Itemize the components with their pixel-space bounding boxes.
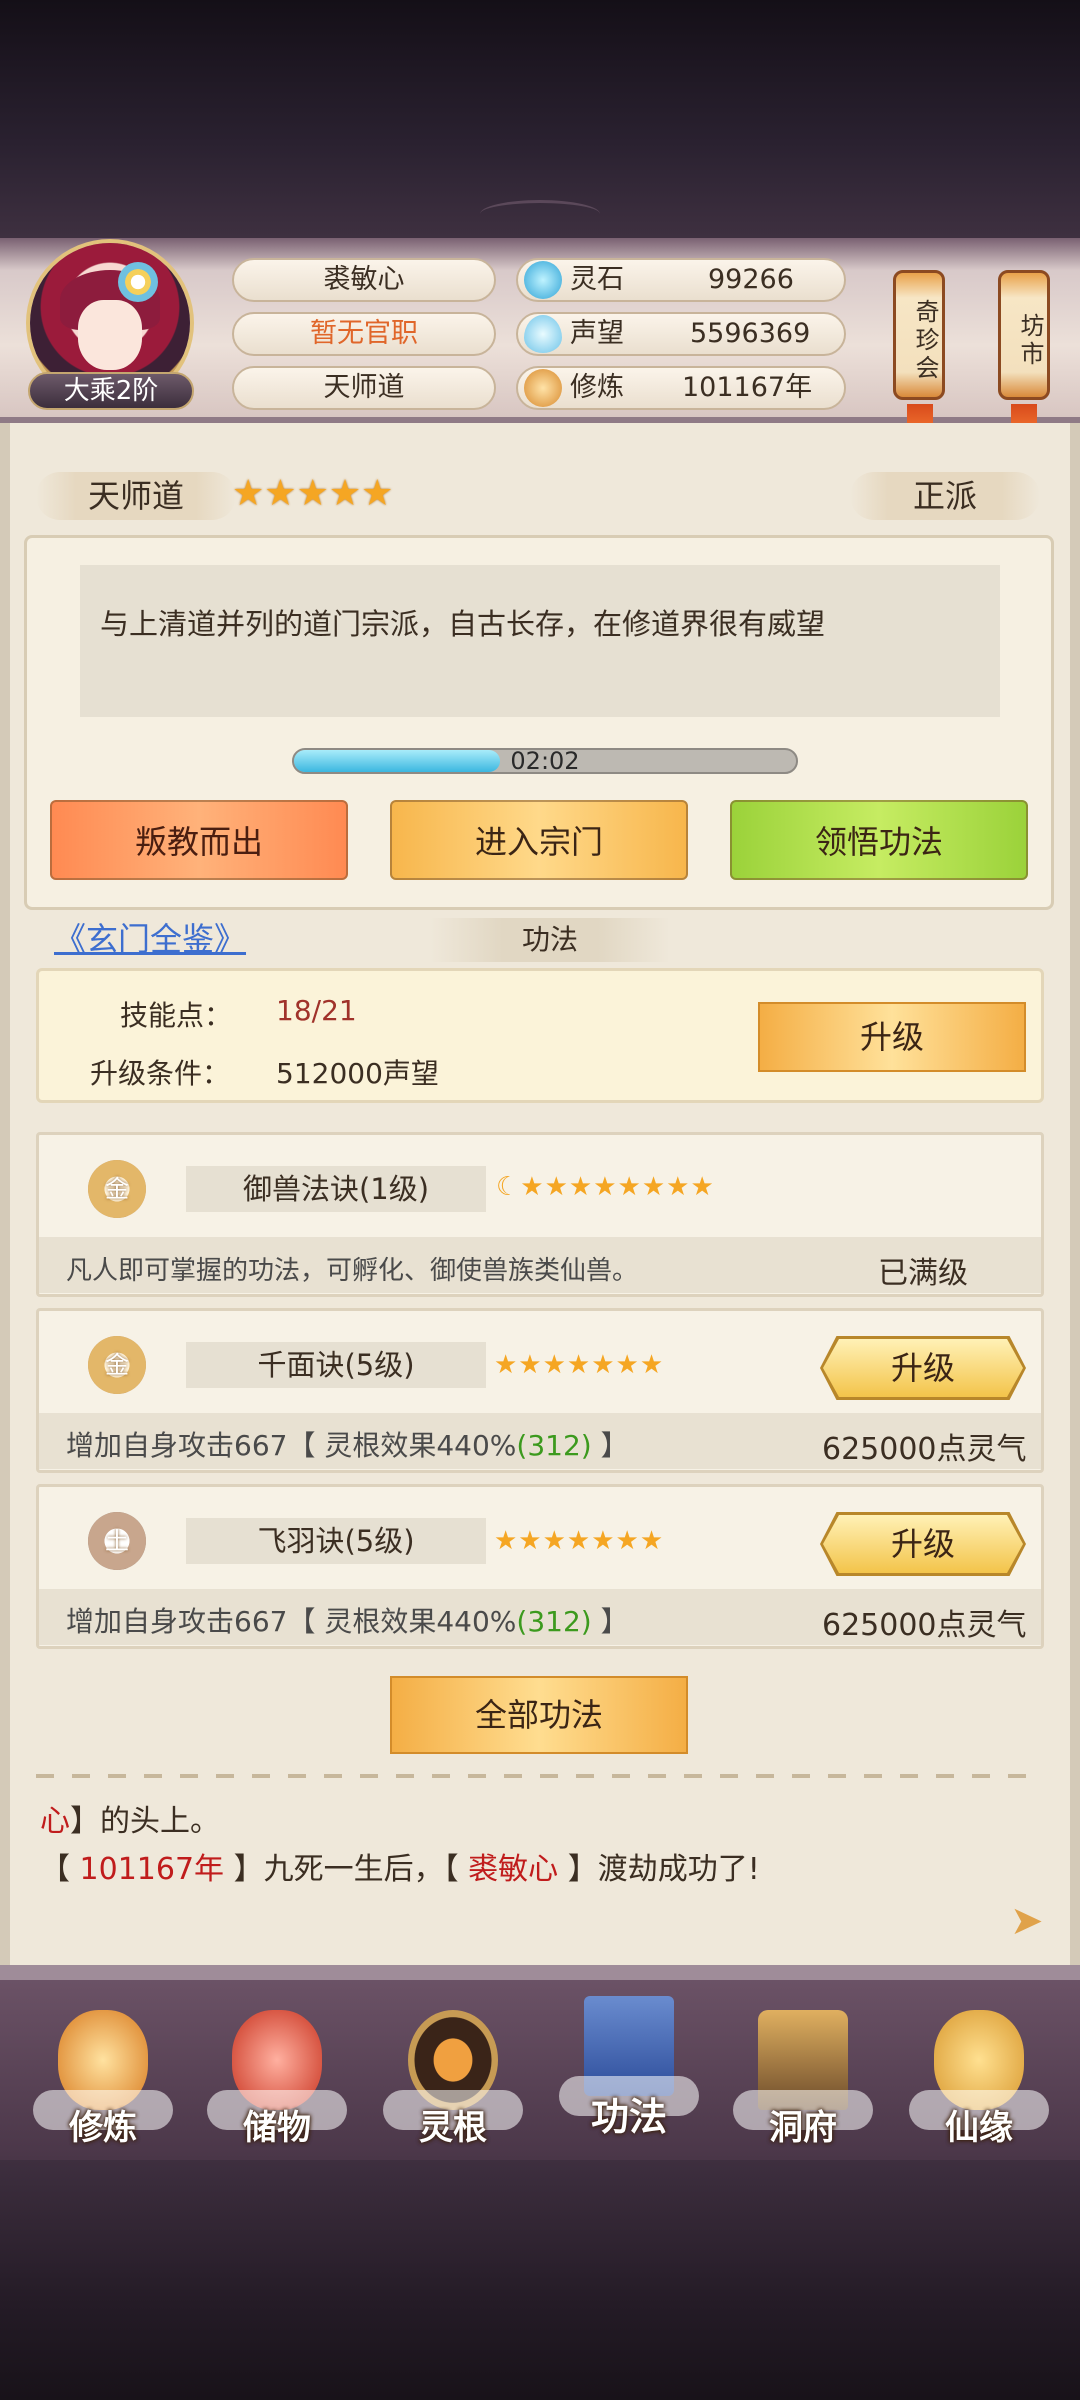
nav-cave[interactable]: 洞府 xyxy=(728,1990,878,2160)
log-name-fragment: 心 xyxy=(40,1804,70,1839)
realm-badge: 大乘2阶 xyxy=(28,372,194,410)
resource-value: 99266 xyxy=(708,264,794,295)
resource-label: 声望 xyxy=(570,318,624,349)
skill-description: 凡人即可掌握的功法，可孵化、御使兽族类仙兽。 xyxy=(66,1256,639,1286)
log-years: 101167年 xyxy=(70,1852,225,1887)
log-text: 】九死一生后，【 xyxy=(224,1852,459,1887)
upgrade-skill-points-button[interactable]: 升级 xyxy=(758,1002,1026,1072)
resource-value: 101167年 xyxy=(682,372,813,403)
skill-stars: ☾★★★★★★★★ xyxy=(496,1172,715,1202)
skill-points-label: 技能点： xyxy=(120,999,233,1032)
sect-name: 天师道 xyxy=(36,472,236,520)
top-ornament xyxy=(480,200,600,228)
star-icon: ★ xyxy=(264,473,297,514)
earth-element-badge: 土 xyxy=(88,1512,146,1570)
skill-max-level-status: 已满级 xyxy=(878,1256,968,1291)
sect-rating: ★★★★★ xyxy=(232,476,393,512)
log-text: 】的头上。 xyxy=(70,1804,220,1839)
sect-description: 与上清道并列的道门宗派，自古长存，在修道界很有威望 xyxy=(80,565,1000,717)
nav-skills[interactable]: 功法 xyxy=(554,1976,704,2146)
metal-element-badge: 金 xyxy=(88,1336,146,1394)
upgrade-skill-button[interactable]: 升级 xyxy=(823,1515,1023,1573)
treasure-fair-button[interactable]: 奇珍会 xyxy=(893,270,945,400)
cultivation-icon xyxy=(524,369,562,407)
resource-reputation: 声望 5596369 xyxy=(516,312,846,356)
resource-cultivation: 修炼 101167年 xyxy=(516,366,846,410)
skill-desc-end: 】 xyxy=(591,1429,629,1462)
metal-element-badge: 金 xyxy=(88,1160,146,1218)
avatar-flower-icon xyxy=(118,262,158,302)
nav-storage[interactable]: 储物 xyxy=(202,1990,352,2160)
star-icon: ★ xyxy=(361,473,394,514)
skill-upgrade-cost: 625000点灵气 xyxy=(822,1608,1027,1643)
nav-immortal-fate[interactable]: 仙缘 xyxy=(904,1990,1054,2160)
log-text: 【 xyxy=(40,1852,70,1887)
player-sect: 天师道 xyxy=(232,366,496,410)
skill-desc-end: 】 xyxy=(591,1605,629,1638)
skill-description: 增加自身攻击667【 灵根效果440%(312) 】 xyxy=(66,1424,629,1464)
upgrade-skill-button[interactable]: 升级 xyxy=(823,1339,1023,1397)
nav-label: 洞府 xyxy=(769,2108,837,2148)
skill-name: 飞羽诀(5级) xyxy=(186,1518,486,1564)
avatar-face xyxy=(78,300,142,370)
skill-points-value: 18/21 xyxy=(276,994,357,1027)
bottom-band xyxy=(0,2160,1080,2400)
nav-label: 修炼 xyxy=(69,2108,137,2148)
skill-name: 御兽法诀(1级) xyxy=(186,1166,486,1212)
player-name: 裘敏心 xyxy=(232,258,496,302)
log-text: 】渡劫成功了! xyxy=(558,1852,760,1887)
timer-text: 02:02 xyxy=(510,747,580,775)
reputation-icon xyxy=(524,315,562,353)
skill-stars: ★★★★★★★ xyxy=(494,1526,665,1556)
resource-label: 修炼 xyxy=(570,372,624,403)
player-title: 暂无官职 xyxy=(232,312,496,356)
all-skills-button[interactable]: 全部功法 xyxy=(390,1676,688,1754)
skill-name: 千面诀(5级) xyxy=(186,1342,486,1388)
divider xyxy=(36,1774,1044,1778)
expand-log-icon[interactable]: ➤ xyxy=(1010,1898,1044,1944)
skill-desc-text: 增加自身攻击667【 灵根效果440% xyxy=(66,1429,517,1462)
nav-cultivation[interactable]: 修炼 xyxy=(28,1990,178,2160)
resource-label: 灵石 xyxy=(570,264,624,295)
event-log-line: 心】的头上。 xyxy=(40,1796,220,1840)
nav-label: 功法 xyxy=(590,2095,667,2139)
upgrade-condition-label: 升级条件： xyxy=(90,1057,231,1090)
resource-spirit-stone: 灵石 99266 xyxy=(516,258,846,302)
event-log-line: 【 101167年 】九死一生后，【 裘敏心 】渡劫成功了! xyxy=(40,1844,760,1888)
resource-value: 5596369 xyxy=(690,318,811,349)
comprehend-skill-button[interactable]: 领悟功法 xyxy=(730,800,1028,880)
star-icon: ★ xyxy=(328,473,362,514)
skill-description: 增加自身攻击667【 灵根效果440%(312) 】 xyxy=(66,1600,629,1640)
nav-label: 储物 xyxy=(243,2108,311,2148)
betray-sect-button[interactable]: 叛教而出 xyxy=(50,800,348,880)
star-icon: ★ xyxy=(296,473,329,514)
log-player-name: 裘敏心 xyxy=(458,1852,559,1887)
upgrade-condition-value: 512000声望 xyxy=(276,1057,439,1090)
enter-sect-button[interactable]: 进入宗门 xyxy=(390,800,688,880)
skill-desc-bonus: (312) xyxy=(516,1429,592,1462)
skill-desc-bonus: (312) xyxy=(516,1605,592,1638)
encyclopedia-link[interactable]: 《玄门全鉴》 xyxy=(54,914,246,960)
nav-label: 灵根 xyxy=(419,2108,487,2148)
skill-upgrade-cost: 625000点灵气 xyxy=(822,1432,1027,1467)
nav-label: 仙缘 xyxy=(945,2108,1013,2148)
star-icon: ★ xyxy=(232,473,265,514)
skill-stars: ★★★★★★★ xyxy=(494,1350,665,1380)
skill-desc-text: 增加自身攻击667【 灵根效果440% xyxy=(66,1605,517,1638)
sect-alignment: 正派 xyxy=(850,472,1040,520)
market-button[interactable]: 坊市 xyxy=(998,270,1050,400)
spirit-stone-icon xyxy=(524,261,562,299)
section-title-skills: 功法 xyxy=(430,918,670,962)
nav-spirit-root[interactable]: 灵根 xyxy=(378,1990,528,2160)
